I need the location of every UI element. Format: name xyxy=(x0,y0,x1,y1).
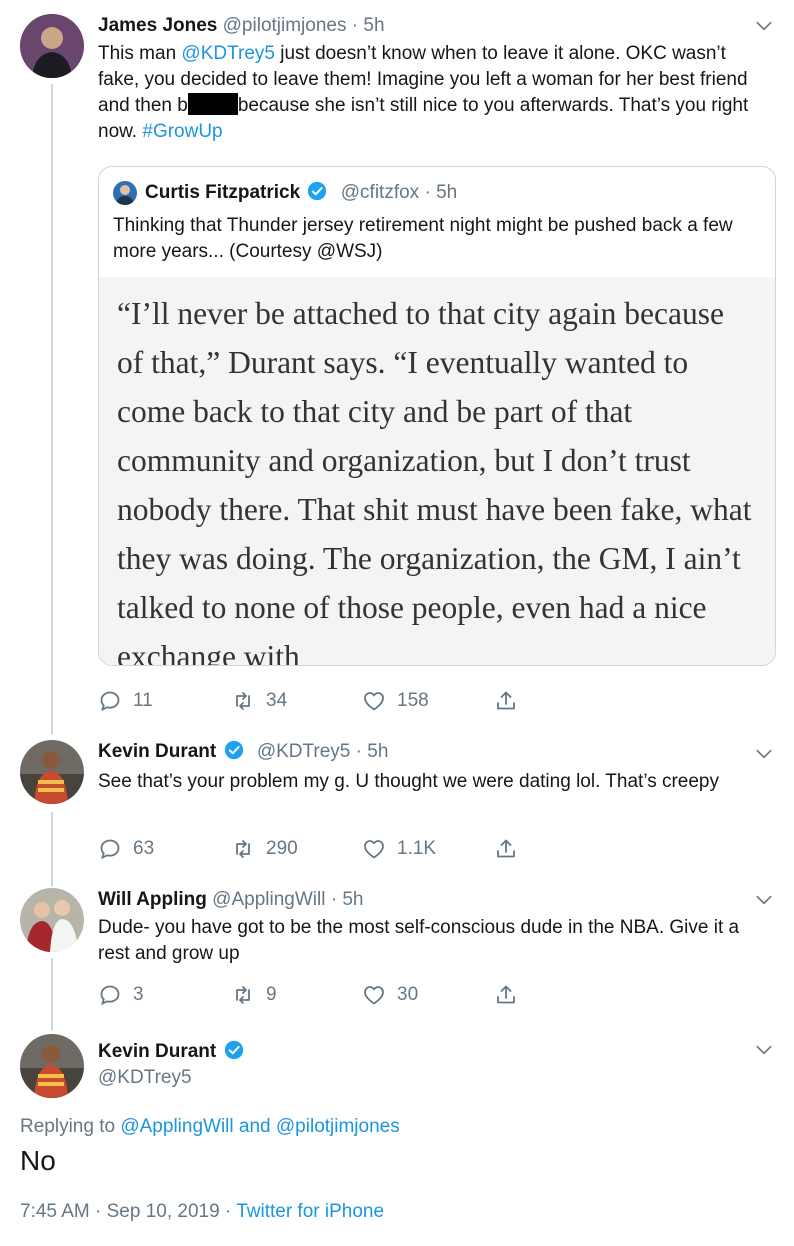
share-icon xyxy=(497,985,515,1004)
mention-link[interactable]: @KDTrey5 xyxy=(181,43,275,64)
tweet-actions: 63 290 1.1K xyxy=(98,836,558,862)
verified-badge-icon xyxy=(224,1040,243,1060)
retweet-button[interactable]: 9 xyxy=(231,982,277,1008)
main-tweet-handle-row: @KDTrey5 xyxy=(98,1066,192,1090)
avatar-kevin-durant[interactable] xyxy=(20,1034,84,1098)
tweet-text: This man @KDTrey5 just doesn’t know when… xyxy=(98,41,768,145)
like-icon xyxy=(364,840,384,859)
avatar-curtis-fitzpatrick[interactable] xyxy=(113,181,137,205)
like-button[interactable]: 1.1K xyxy=(362,836,436,862)
verified-badge-icon xyxy=(308,181,327,201)
tweet-header: James Jones @pilotjimjones · 5h xyxy=(98,14,385,38)
hashtag-link[interactable]: #GrowUp xyxy=(142,121,222,142)
quoted-tweet-card[interactable]: Curtis Fitzpatrick @cfitzfox · 5h Thinki… xyxy=(98,166,776,666)
like-count: 158 xyxy=(397,690,429,711)
reply-count: 11 xyxy=(133,690,153,711)
chevron-down-icon[interactable] xyxy=(754,16,774,36)
chevron-down-icon[interactable] xyxy=(754,890,774,910)
reply-count: 63 xyxy=(133,838,155,859)
user-name[interactable]: Kevin Durant xyxy=(98,1041,216,1062)
tweet-actions: 11 34 158 xyxy=(98,688,558,714)
tweet-text: Dude- you have got to be the most self-c… xyxy=(98,917,740,964)
retweet-icon xyxy=(236,840,250,858)
tweet-date[interactable]: Sep 10, 2019 xyxy=(107,1201,220,1222)
retweet-count: 34 xyxy=(266,690,288,711)
reply-icon xyxy=(100,691,120,712)
avatar-james-jones[interactable] xyxy=(20,14,84,78)
reply-button[interactable]: 3 xyxy=(98,982,144,1008)
separator-dot: · xyxy=(95,1201,102,1222)
user-handle[interactable]: @KDTrey5 xyxy=(98,1067,192,1088)
tweet-meta: 7:45 AM · Sep 10, 2019 · Twitter for iPh… xyxy=(20,1199,384,1225)
retweet-icon xyxy=(236,986,250,1004)
tweet-source-link[interactable]: Twitter for iPhone xyxy=(236,1201,384,1222)
reply-count: 3 xyxy=(133,984,144,1005)
share-button[interactable] xyxy=(494,688,518,714)
retweet-button[interactable]: 34 xyxy=(231,688,287,714)
avatar-kevin-durant[interactable] xyxy=(20,740,84,804)
quote-text: Thinking that Thunder jersey retirement … xyxy=(113,215,733,262)
quote-header: Curtis Fitzpatrick @cfitzfox · 5h xyxy=(145,181,457,205)
like-count: 30 xyxy=(397,984,419,1005)
like-button[interactable]: 158 xyxy=(362,688,429,714)
reply-button[interactable]: 11 xyxy=(98,688,153,714)
quote-image-text: “I’ll never be attached to that city aga… xyxy=(117,296,752,666)
tweet-time[interactable]: 5h xyxy=(342,889,363,910)
user-name[interactable]: Curtis Fitzpatrick xyxy=(145,182,300,203)
retweet-button[interactable]: 290 xyxy=(231,836,298,862)
tweet-text-part: This man xyxy=(98,43,182,64)
chevron-down-icon[interactable] xyxy=(754,744,774,764)
mention-link[interactable]: @pilotjimjones xyxy=(276,1116,400,1137)
quote-image[interactable]: “I’ll never be attached to that city aga… xyxy=(99,277,775,666)
user-name[interactable]: Will Appling xyxy=(98,889,207,910)
thread-line xyxy=(51,958,53,1030)
verified-badge-icon xyxy=(224,740,243,760)
chevron-down-icon[interactable] xyxy=(754,1040,774,1060)
share-button[interactable] xyxy=(494,982,518,1008)
retweet-count: 290 xyxy=(266,838,298,859)
user-handle[interactable]: @KDTrey5 xyxy=(257,741,351,762)
retweet-count: 9 xyxy=(266,984,277,1005)
tweet-actions: 3 9 30 xyxy=(98,982,558,1008)
retweet-icon xyxy=(236,692,250,710)
replying-label: Replying to xyxy=(20,1116,121,1137)
mention-link[interactable]: @ApplingWill xyxy=(120,1116,233,1137)
reply-icon xyxy=(100,839,120,860)
tweet-time[interactable]: 5h xyxy=(367,741,388,762)
like-icon xyxy=(364,986,384,1005)
share-button[interactable] xyxy=(494,836,518,862)
redaction-bar xyxy=(187,93,238,115)
tweet-time[interactable]: 5h xyxy=(436,182,457,203)
thread-line xyxy=(51,84,53,734)
like-button[interactable]: 30 xyxy=(362,982,418,1008)
reply-icon xyxy=(100,985,120,1006)
separator-dot: · xyxy=(224,1201,232,1222)
share-icon xyxy=(497,839,515,858)
avatar-will-appling[interactable] xyxy=(20,888,84,952)
tweet-header: Will Appling @ApplingWill · 5h xyxy=(98,888,363,912)
like-icon xyxy=(364,692,384,711)
user-name[interactable]: Kevin Durant xyxy=(98,741,216,762)
separator-dot: · xyxy=(351,15,359,36)
user-name[interactable]: James Jones xyxy=(98,15,217,36)
main-tweet-text: No xyxy=(20,1145,56,1176)
replying-to: Replying to @ApplingWill and @pilotjimjo… xyxy=(20,1114,400,1140)
tweet-header: Kevin Durant @KDTrey5 · 5h xyxy=(98,740,388,764)
separator-dot: · xyxy=(355,741,362,762)
user-handle[interactable]: @ApplingWill xyxy=(212,889,325,910)
user-handle[interactable]: @cfitzfox xyxy=(341,182,419,203)
tweet-text: See that’s your problem my g. U thought … xyxy=(98,771,719,792)
separator-dot: · xyxy=(330,889,338,910)
user-handle[interactable]: @pilotjimjones xyxy=(223,15,347,36)
share-icon xyxy=(497,691,515,710)
thread-line xyxy=(51,812,53,886)
replying-and: and xyxy=(233,1116,276,1137)
like-count: 1.1K xyxy=(397,838,437,859)
separator-dot: · xyxy=(424,182,431,203)
main-tweet-header: Kevin Durant xyxy=(98,1040,244,1064)
tweet-time[interactable]: 5h xyxy=(363,15,384,36)
tweet-time[interactable]: 7:45 AM xyxy=(20,1201,90,1222)
reply-button[interactable]: 63 xyxy=(98,836,154,862)
